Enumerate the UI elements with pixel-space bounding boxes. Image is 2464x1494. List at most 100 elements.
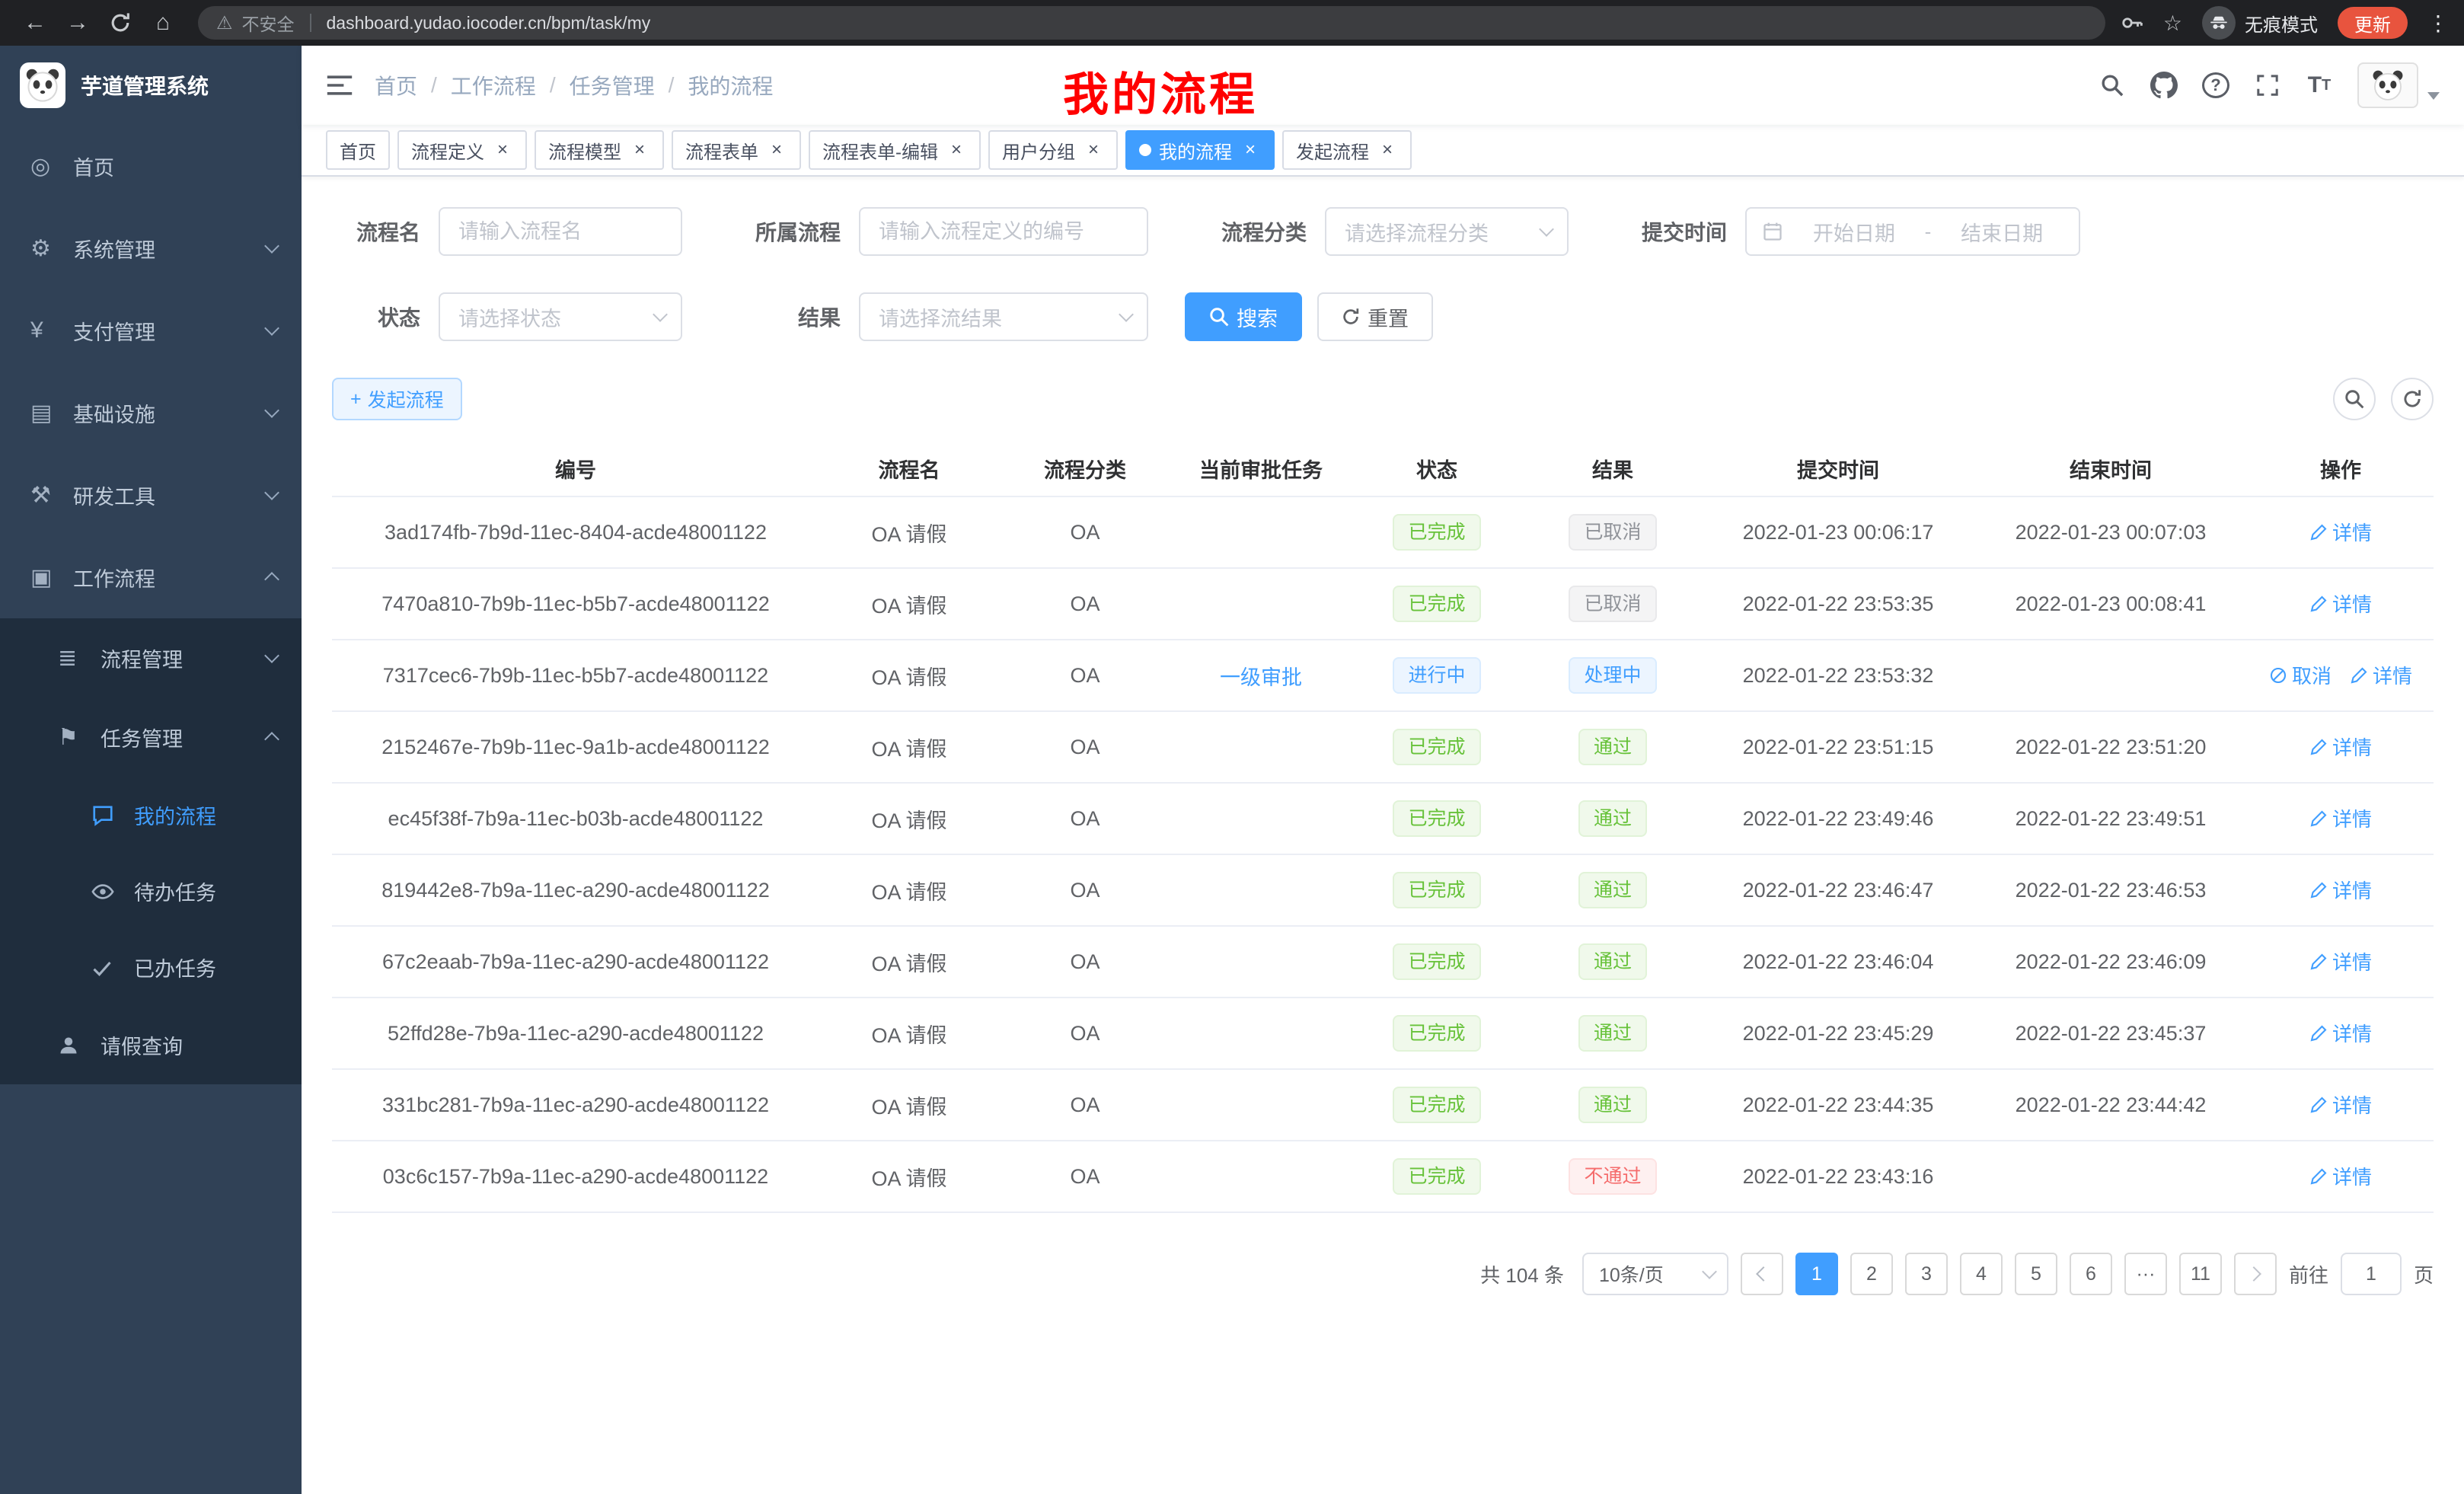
avatar[interactable] bbox=[2357, 62, 2440, 108]
sidebar-item-task-mgmt[interactable]: ⚑ 任务管理 bbox=[0, 698, 302, 777]
detail-button[interactable]: 详情 bbox=[2350, 661, 2412, 689]
more-pages-button[interactable]: ··· bbox=[2124, 1253, 2167, 1295]
monitor-icon: ▤ bbox=[30, 400, 67, 426]
status-select[interactable]: 请选择状态 bbox=[439, 292, 682, 341]
search-button[interactable]: 搜索 bbox=[1185, 292, 1302, 341]
search-icon[interactable] bbox=[2099, 69, 2126, 102]
page-button[interactable]: 11 bbox=[2179, 1253, 2222, 1295]
tags-view-item[interactable]: 流程模型× bbox=[535, 130, 664, 170]
browser-home-button[interactable]: ⌂ bbox=[143, 3, 183, 43]
sidebar-item-infra[interactable]: ▤ 基础设施 bbox=[0, 372, 302, 454]
detail-button[interactable]: 详情 bbox=[2309, 947, 2372, 975]
browser-update-button[interactable]: 更新 bbox=[2338, 7, 2408, 39]
app-logo[interactable]: 芋道管理系统 bbox=[0, 46, 302, 125]
breadcrumb-workflow[interactable]: 工作流程 bbox=[451, 70, 536, 101]
breadcrumb-separator bbox=[669, 73, 675, 97]
cell-current-task bbox=[1171, 854, 1351, 926]
tag-close-icon[interactable]: × bbox=[1377, 139, 1398, 161]
sidebar-item-my-process[interactable]: 我的流程 bbox=[0, 777, 302, 853]
detail-button[interactable]: 详情 bbox=[2309, 589, 2372, 618]
col-category: 流程分类 bbox=[999, 442, 1171, 496]
browser-reload-button[interactable] bbox=[101, 3, 140, 43]
tags-view-item[interactable]: 我的流程× bbox=[1125, 130, 1275, 170]
tags-view-item[interactable]: 用户分组 × bbox=[988, 130, 1118, 170]
tag-close-icon[interactable]: × bbox=[1240, 139, 1261, 161]
github-icon[interactable] bbox=[2150, 69, 2178, 102]
category-select[interactable]: 请选择流程分类 bbox=[1325, 207, 1569, 256]
detail-button[interactable]: 详情 bbox=[2309, 876, 2372, 904]
cancel-button[interactable]: 取消 bbox=[2269, 661, 2332, 689]
page-button[interactable]: 3 bbox=[1905, 1253, 1948, 1295]
tags-view-item[interactable]: 发起流程× bbox=[1282, 130, 1412, 170]
process-name-input[interactable] bbox=[439, 207, 682, 256]
reset-button[interactable]: 重置 bbox=[1317, 292, 1433, 341]
sidebar-item-done-task[interactable]: 已办任务 bbox=[0, 929, 302, 1005]
cell-status: 已完成 bbox=[1351, 783, 1523, 854]
sidebar-item-workflow[interactable]: ▣ 工作流程 bbox=[0, 536, 302, 618]
cell-result: 不通过 bbox=[1523, 1141, 1703, 1212]
detail-button[interactable]: 详情 bbox=[2309, 804, 2372, 832]
tags-view-item[interactable]: 流程表单-编辑× bbox=[809, 130, 981, 170]
result-tag: 通过 bbox=[1578, 729, 1647, 765]
gear-icon: ⚙ bbox=[30, 235, 67, 262]
page-size-select[interactable]: 10条/页 bbox=[1582, 1253, 1728, 1295]
sidebar-item-todo-task[interactable]: 待办任务 bbox=[0, 853, 302, 929]
page-button[interactable]: 2 bbox=[1850, 1253, 1893, 1295]
submit-time-range-picker[interactable]: 开始日期 - 结束日期 bbox=[1745, 207, 2080, 256]
address-bar[interactable]: ⚠ 不安全 dashboard.yudao.iocoder.cn/bpm/tas… bbox=[198, 6, 2105, 40]
current-task-link[interactable]: 一级审批 bbox=[1220, 666, 1302, 689]
tools-icon: ⚒ bbox=[30, 482, 67, 509]
detail-button[interactable]: 详情 bbox=[2309, 733, 2372, 761]
show-search-icon[interactable] bbox=[2333, 378, 2376, 420]
page-button[interactable]: 6 bbox=[2070, 1253, 2112, 1295]
tag-close-icon[interactable]: × bbox=[492, 139, 513, 161]
tags-view-item[interactable]: 流程定义 × bbox=[397, 130, 527, 170]
tags-view-item[interactable]: 首页 bbox=[326, 130, 390, 170]
tag-label: 用户分组 bbox=[1002, 137, 1075, 164]
cell-current-task bbox=[1171, 998, 1351, 1069]
sidebar-item-leave-query[interactable]: 请假查询 bbox=[0, 1005, 302, 1084]
tag-close-icon[interactable]: × bbox=[766, 139, 787, 161]
detail-button[interactable]: 详情 bbox=[2309, 1162, 2372, 1190]
tag-close-icon[interactable]: × bbox=[629, 139, 650, 161]
detail-button[interactable]: 详情 bbox=[2309, 1019, 2372, 1047]
browser-back-button[interactable]: ← bbox=[15, 3, 55, 43]
next-page-button[interactable] bbox=[2234, 1253, 2277, 1295]
cell-status: 已完成 bbox=[1351, 854, 1523, 926]
detail-button[interactable]: 详情 bbox=[2309, 518, 2372, 546]
browser-forward-button[interactable]: → bbox=[58, 3, 97, 43]
tag-close-icon[interactable]: × bbox=[946, 139, 967, 161]
tag-close-icon[interactable]: × bbox=[1083, 139, 1104, 161]
bookmark-star-icon[interactable]: ☆ bbox=[2163, 11, 2182, 36]
refresh-icon[interactable] bbox=[2391, 378, 2434, 420]
process-def-input[interactable] bbox=[859, 207, 1148, 256]
detail-button[interactable]: 详情 bbox=[2309, 1090, 2372, 1119]
goto-page-input[interactable] bbox=[2341, 1253, 2402, 1295]
breadcrumb-task-mgmt[interactable]: 任务管理 bbox=[570, 70, 655, 101]
browser-menu-icon[interactable]: ⋮ bbox=[2427, 11, 2449, 36]
sidebar-item-process-mgmt[interactable]: ≣ 流程管理 bbox=[0, 618, 302, 698]
breadcrumb-home[interactable]: 首页 bbox=[375, 70, 417, 101]
tag-label: 流程定义 bbox=[411, 137, 484, 164]
prev-page-button[interactable] bbox=[1741, 1253, 1783, 1295]
create-process-button[interactable]: + 发起流程 bbox=[332, 378, 462, 420]
security-label[interactable]: 不安全 bbox=[242, 10, 295, 36]
sidebar-item-home[interactable]: ◎ 首页 bbox=[0, 125, 302, 207]
incognito-badge: 无痕模式 bbox=[2202, 6, 2318, 40]
sidebar-item-devtools[interactable]: ⚒ 研发工具 bbox=[0, 454, 302, 536]
result-select[interactable]: 请选择流结果 bbox=[859, 292, 1148, 341]
sidebar-toggle[interactable] bbox=[326, 74, 353, 97]
cell-id: 03c6c157-7b9a-11ec-a290-acde48001122 bbox=[332, 1141, 819, 1212]
page-button[interactable]: 4 bbox=[1960, 1253, 2003, 1295]
password-key-icon[interactable] bbox=[2121, 11, 2143, 34]
tags-view-item[interactable]: 流程表单× bbox=[672, 130, 801, 170]
page-button[interactable]: 1 bbox=[1795, 1253, 1838, 1295]
page-button[interactable]: 5 bbox=[2015, 1253, 2057, 1295]
chevron-down-icon bbox=[264, 648, 279, 663]
font-size-icon[interactable]: TT bbox=[2306, 69, 2333, 102]
fullscreen-icon[interactable] bbox=[2254, 69, 2281, 102]
sidebar-item-pay[interactable]: ¥ 支付管理 bbox=[0, 289, 302, 372]
sidebar-item-system[interactable]: ⚙ 系统管理 bbox=[0, 207, 302, 289]
incognito-icon bbox=[2202, 6, 2236, 40]
help-icon[interactable]: ? bbox=[2202, 72, 2229, 98]
